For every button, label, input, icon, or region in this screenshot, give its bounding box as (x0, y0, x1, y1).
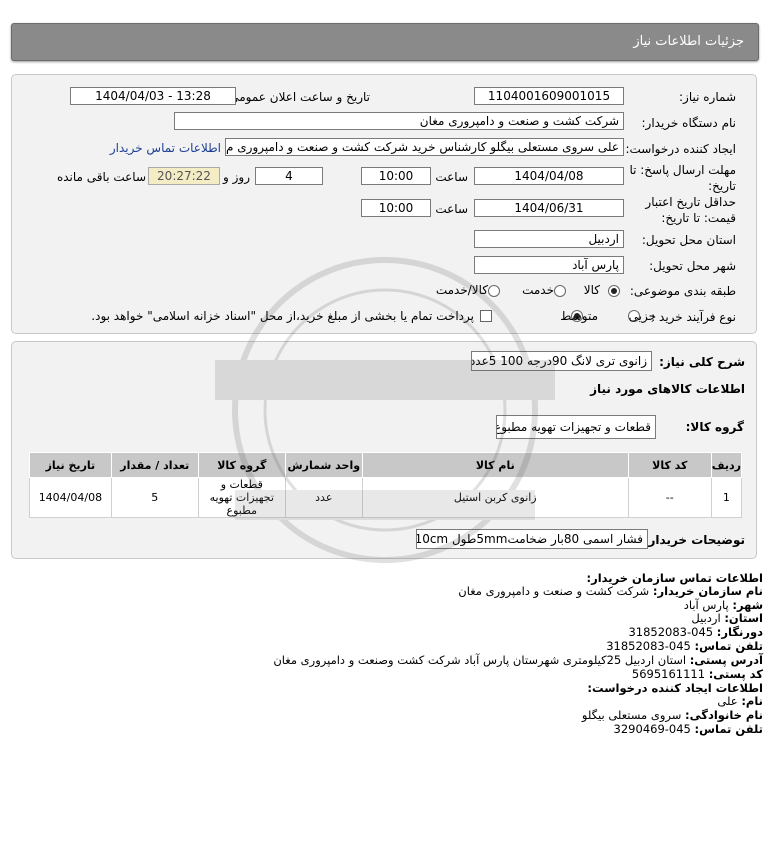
buyer-notes-field[interactable]: فشار اسمی 80بار ضخامت5mmطول 10cm (416, 529, 648, 549)
need-number-label: شماره نیاز: (679, 90, 736, 104)
contact-phone-value: 045-31852083 (606, 639, 691, 653)
goods-info-title: اطلاعات کالاهای مورد نیاز (590, 382, 745, 396)
contact-org: نام سازمان خریدار: شرکت کشت و صنعت و دام… (458, 584, 763, 598)
details-panel: شماره نیاز: 1104001609001015 تاریخ و ساع… (11, 74, 757, 334)
deadline-time-field[interactable]: 10:00 (361, 167, 431, 185)
process-option-minor: جزیی (628, 309, 656, 323)
col-name: نام کالا (361, 452, 629, 478)
summary-label: شرح کلی نیاز: (659, 355, 745, 369)
days-label: روز و (223, 170, 250, 184)
contact-org-value: شرکت کشت و صنعت و دامپروری مغان (458, 584, 650, 598)
col-date: تاریخ نیاز (29, 452, 112, 478)
cell-code: -- (627, 477, 712, 518)
group-field[interactable]: قطعات و تجهیزات تهویه مطبوع (496, 415, 656, 439)
buyer-notes-label: توضیحات خریدار: (643, 533, 745, 547)
deadline-date-field[interactable]: 1404/04/08 (474, 167, 624, 185)
table-row[interactable]: 1 -- زانوی کربن استیل عدد قطعات و تجهیزا… (29, 477, 743, 518)
announce-label: تاریخ و ساعت اعلان عمومی: (225, 90, 370, 104)
cell-group: قطعات و تجهیزات تهویه مطبوع (197, 477, 286, 518)
creator-phone: تلفن تماس: 045-3290469 (614, 722, 763, 736)
contact-province-label: استان: (724, 611, 763, 625)
contact-postal-label: کد پستی: (708, 667, 763, 681)
contact-fax-label: دورنگار: (716, 625, 763, 639)
process-option-medium: متوسط (560, 309, 598, 323)
creator-info-title: اطلاعات ایجاد کننده درخواست: (587, 681, 763, 695)
category-option-service: خدمت (522, 283, 554, 297)
cell-qty: 5 (110, 477, 199, 518)
creator-first-name-label: نام: (741, 694, 763, 708)
contact-phone: تلفن تماس: 045-31852083 (606, 639, 763, 653)
category-radio-service[interactable] (554, 285, 566, 297)
contact-address-label: آدرس پستی: (689, 653, 763, 667)
goods-table: ردیف کد کالا نام کالا واحد شمارش گروه کا… (29, 452, 743, 518)
group-label: گروه کالا: (685, 420, 744, 434)
announce-field[interactable]: 1404/04/03 - 13:28 (70, 87, 236, 105)
contact-phone-label: تلفن تماس: (694, 639, 763, 653)
cell-unit: عدد (284, 477, 363, 518)
need-number-field[interactable]: 1104001609001015 (474, 87, 624, 105)
days-field[interactable]: 4 (255, 167, 323, 185)
contact-title: اطلاعات تماس سازمان خریدار: (586, 571, 763, 585)
col-group: گروه کالا (197, 452, 286, 478)
validity-time-field[interactable]: 10:00 (361, 199, 431, 217)
contact-fax-value: 045-31852083 (628, 625, 714, 639)
col-unit: واحد شمارش (284, 452, 363, 478)
category-radio-goods-service[interactable] (488, 285, 500, 297)
contact-province: استان: اردبیل (691, 611, 763, 625)
creator-last-name-label: نام خانوادگی: (685, 708, 763, 722)
deadline-label-line1: مهلت ارسال پاسخ: تا (629, 163, 736, 177)
creator-field[interactable]: علی سروی مستعلی بیگلو کارشناس خرید شرکت … (225, 138, 624, 156)
cell-row: 1 (710, 477, 743, 518)
province-label: استان محل تحویل: (641, 233, 736, 247)
cell-date: 1404/04/08 (29, 477, 112, 518)
contact-org-label: نام سازمان خریدار: (652, 584, 763, 598)
creator-last-name: نام خانوادگی: سروی مستعلی بیگلو (582, 708, 763, 722)
contact-postal: کد پستی: 5695161111 (632, 667, 763, 681)
contact-address: آدرس پستی: استان اردبیل 25کیلومتری شهرست… (273, 653, 763, 667)
buyer-contact-link[interactable]: اطلاعات تماس خریدار (110, 141, 221, 155)
col-row: ردیف (710, 452, 743, 478)
goods-table-header: ردیف کد کالا نام کالا واحد شمارش گروه کا… (29, 452, 743, 478)
city-label: شهر محل تحویل: (649, 259, 736, 273)
deadline-label-line2: تاریخ: (708, 179, 736, 193)
contact-city: شهر: پارس آباد (684, 598, 763, 612)
contact-address-value: استان اردبیل 25کیلومتری شهرستان پارس آبا… (273, 653, 687, 667)
contact-city-value: پارس آباد (683, 598, 729, 612)
creator-phone-label: تلفن تماس: (694, 722, 763, 736)
city-field[interactable]: پارس آباد (474, 256, 624, 274)
contact-province-value: اردبیل (691, 611, 721, 625)
col-code: کد کالا (627, 452, 712, 478)
remaining-label: ساعت باقی مانده (56, 170, 146, 184)
creator-label: ایجاد کننده درخواست: (625, 142, 736, 156)
validity-date-field[interactable]: 1404/06/31 (474, 199, 624, 217)
creator-last-name-value: سروی مستعلی بیگلو (581, 708, 682, 722)
validity-label-line2: قیمت: تا تاریخ: (661, 211, 736, 225)
province-field[interactable]: اردبیل (474, 230, 624, 248)
deadline-time-label: ساعت (435, 170, 468, 184)
buyer-org-field[interactable]: شرکت کشت و صنعت و دامپروری مغان (174, 112, 624, 130)
treasury-note: پرداخت تمام یا بخشی از مبلغ خرید،از محل … (91, 309, 474, 323)
process-label: نوع فرآیند خرید : (651, 310, 736, 324)
needs-panel: شرح کلی نیاز: زانوی تری لانگ 90درجه 100 … (11, 341, 757, 559)
summary-field[interactable]: زانوی تری لانگ 90درجه 100 5عدد (471, 351, 652, 371)
buyer-org-label: نام دستگاه خریدار: (641, 116, 737, 130)
page-header: جزئیات اطلاعات نیاز (11, 23, 759, 61)
page-title: جزئیات اطلاعات نیاز (633, 34, 744, 49)
creator-first-name: نام: علی (717, 694, 763, 708)
category-option-goods-service: کالا/خدمت (435, 283, 488, 297)
col-qty: تعداد / مقدار (110, 452, 199, 478)
creator-first-name-value: علی (717, 694, 738, 708)
creator-phone-value: 045-3290469 (613, 722, 691, 736)
category-label: طبقه بندی موضوعی: (629, 284, 736, 298)
remaining-time-field: 20:27:22 (148, 167, 220, 185)
category-option-goods: کالا (583, 283, 600, 297)
treasury-checkbox[interactable] (480, 310, 492, 322)
contact-city-label: شهر: (732, 598, 763, 612)
cell-name: زانوی کربن استیل (361, 477, 629, 518)
contact-fax: دورنگار: 045-31852083 (628, 625, 763, 639)
validity-label-line1: حداقل تاریخ اعتبار (645, 195, 736, 209)
category-radio-goods[interactable] (608, 285, 620, 297)
contact-postal-value: 5695161111 (631, 667, 706, 681)
validity-time-label: ساعت (435, 202, 468, 216)
